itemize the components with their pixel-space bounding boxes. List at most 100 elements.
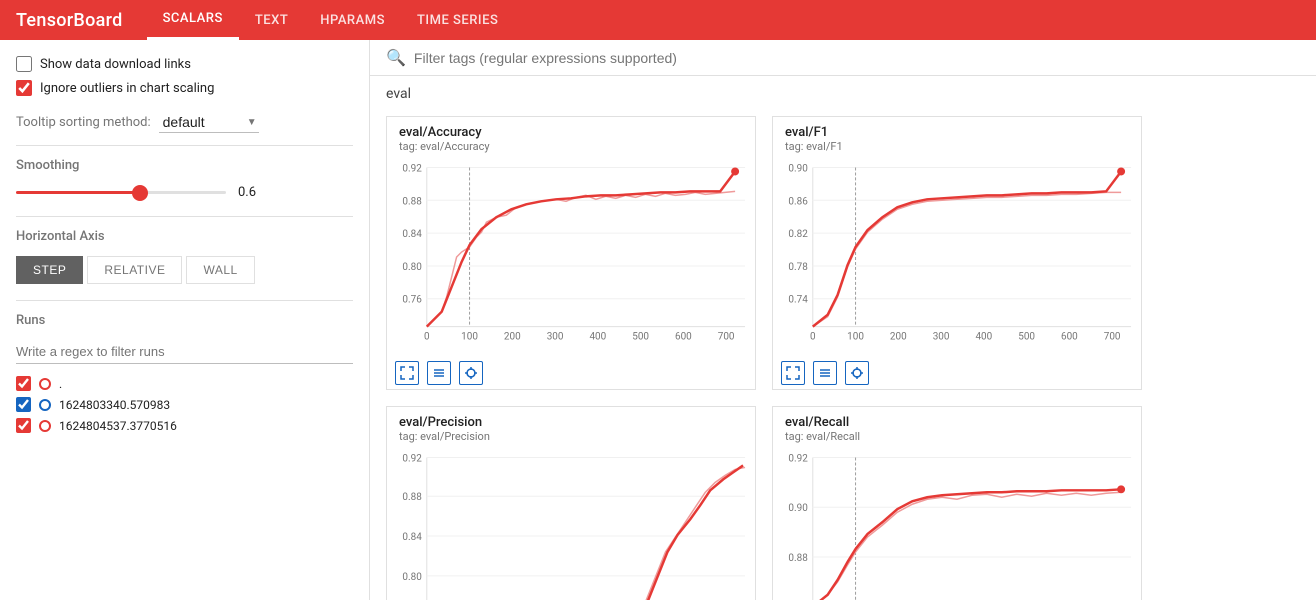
group-label-eval: eval	[370, 76, 1316, 108]
svg-text:0.78: 0.78	[788, 262, 808, 273]
tooltip-sort-select[interactable]: default ascending descending nearest	[159, 112, 259, 133]
chart-recall-svg: 0.92 0.90 0.88 0 100 200 300 400 500 600…	[773, 447, 1141, 600]
svg-text:0.84: 0.84	[402, 229, 422, 240]
chart-f1-title: eval/F1	[785, 125, 1129, 140]
show-download-row[interactable]: Show data download links	[16, 56, 353, 72]
chart-accuracy-header: eval/Accuracy tag: eval/Accuracy	[387, 117, 755, 157]
svg-text:0.92: 0.92	[402, 163, 422, 174]
haxis-step-btn[interactable]: STEP	[16, 256, 83, 284]
brand-logo: TensorBoard	[16, 10, 123, 31]
top-nav: TensorBoard SCALARS TEXT HPARAMS TIME SE…	[0, 0, 1316, 40]
chart-precision-title: eval/Precision	[399, 415, 743, 430]
svg-text:100: 100	[847, 332, 864, 343]
nav-hparams[interactable]: HPARAMS	[304, 0, 401, 40]
svg-text:300: 300	[547, 332, 564, 343]
svg-text:0.92: 0.92	[402, 453, 422, 464]
svg-text:400: 400	[975, 332, 992, 343]
svg-text:0.84: 0.84	[402, 532, 422, 543]
run-item-1: 1624803340.570983	[16, 397, 353, 412]
svg-text:100: 100	[461, 332, 478, 343]
svg-text:0.76: 0.76	[402, 295, 422, 306]
chart-precision-svg: 0.92 0.88 0.84 0.80 0 100	[387, 447, 755, 600]
svg-text:0.88: 0.88	[788, 553, 808, 564]
tooltip-row: Tooltip sorting method: default ascendin…	[16, 112, 353, 133]
runs-title: Runs	[16, 313, 353, 328]
nav-time-series[interactable]: TIME SERIES	[401, 0, 514, 40]
run-item-dot: .	[16, 376, 353, 391]
smoothing-title: Smoothing	[16, 158, 353, 173]
chart-f1-footer	[773, 357, 1141, 389]
ignore-outliers-label: Ignore outliers in chart scaling	[40, 81, 214, 96]
smoothing-section: Smoothing 0.6	[16, 158, 353, 200]
divider-3	[16, 300, 353, 301]
search-input[interactable]	[414, 50, 1300, 66]
svg-text:600: 600	[675, 332, 692, 343]
chart-accuracy-footer	[387, 357, 755, 389]
download-section: Show data download links Ignore outliers…	[16, 56, 353, 96]
charts-grid: eval/Accuracy tag: eval/Accuracy	[370, 108, 1316, 600]
run-dot-checkbox[interactable]	[16, 376, 31, 391]
chart-f1-svg: 0.90 0.86 0.82 0.78 0.74 0 100 200 300 4…	[773, 157, 1141, 357]
main-layout: Show data download links Ignore outliers…	[0, 40, 1316, 600]
divider-2	[16, 216, 353, 217]
chart-recall-title: eval/Recall	[785, 415, 1129, 430]
chart-f1-header: eval/F1 tag: eval/F1	[773, 117, 1141, 157]
tooltip-select-wrapper: default ascending descending nearest ▼	[159, 112, 259, 133]
chart-f1: eval/F1 tag: eval/F1 0.90 0.86 0.8	[772, 116, 1142, 390]
svg-text:0.82: 0.82	[788, 229, 808, 240]
chart-accuracy-expand-btn[interactable]	[395, 361, 419, 385]
svg-text:0.92: 0.92	[788, 453, 808, 464]
chart-accuracy-lines-btn[interactable]	[427, 361, 451, 385]
chart-f1-tag: tag: eval/F1	[785, 140, 1129, 153]
svg-text:500: 500	[632, 332, 649, 343]
svg-text:700: 700	[718, 332, 735, 343]
chart-accuracy-title: eval/Accuracy	[399, 125, 743, 140]
run-1-circle	[39, 399, 51, 411]
tooltip-sort-label: Tooltip sorting method:	[16, 115, 151, 130]
show-download-checkbox[interactable]	[16, 56, 32, 72]
chart-accuracy-svg: 0.92 0.88 0.84 0.80 0.76 0 100 200 300 4…	[387, 157, 755, 357]
runs-section: Runs . 1624803340.570983 1624804537.3770…	[16, 313, 353, 433]
chart-f1-crosshair-btn[interactable]	[845, 361, 869, 385]
horizontal-axis-section: Horizontal Axis STEP RELATIVE WALL	[16, 229, 353, 284]
chart-accuracy-crosshair-btn[interactable]	[459, 361, 483, 385]
chart-precision-area: 0.92 0.88 0.84 0.80 0 100	[387, 447, 755, 600]
chart-f1-area: 0.90 0.86 0.82 0.78 0.74 0 100 200 300 4…	[773, 157, 1141, 357]
run-2-checkbox[interactable]	[16, 418, 31, 433]
ignore-outliers-row[interactable]: Ignore outliers in chart scaling	[16, 80, 353, 96]
horizontal-axis-title: Horizontal Axis	[16, 229, 353, 244]
nav-scalars[interactable]: SCALARS	[147, 0, 239, 40]
divider-1	[16, 145, 353, 146]
svg-text:0.86: 0.86	[788, 196, 808, 207]
smoothing-row: 0.6	[16, 185, 353, 200]
svg-text:300: 300	[933, 332, 950, 343]
sidebar: Show data download links Ignore outliers…	[0, 40, 370, 600]
svg-text:600: 600	[1061, 332, 1078, 343]
haxis-wall-btn[interactable]: WALL	[186, 256, 254, 284]
run-dot-label: .	[59, 377, 62, 391]
chart-f1-lines-btn[interactable]	[813, 361, 837, 385]
chart-accuracy: eval/Accuracy tag: eval/Accuracy	[386, 116, 756, 390]
runs-filter-input[interactable]	[16, 340, 353, 364]
svg-text:200: 200	[890, 332, 907, 343]
svg-text:0: 0	[810, 332, 816, 343]
nav-text[interactable]: TEXT	[239, 0, 304, 40]
svg-text:0.74: 0.74	[788, 295, 808, 306]
svg-text:500: 500	[1018, 332, 1035, 343]
svg-text:0.80: 0.80	[402, 262, 422, 273]
svg-text:0: 0	[424, 332, 430, 343]
run-item-2: 1624804537.3770516	[16, 418, 353, 433]
chart-recall: eval/Recall tag: eval/Recall 0.92 0.90 0…	[772, 406, 1142, 600]
svg-text:200: 200	[504, 332, 521, 343]
smoothing-slider[interactable]	[16, 191, 226, 194]
main-content: 🔍 eval eval/Accuracy tag: eval/Accuracy	[370, 40, 1316, 600]
show-download-label: Show data download links	[40, 57, 191, 72]
chart-precision: eval/Precision tag: eval/Precision 0.92 …	[386, 406, 756, 600]
run-1-checkbox[interactable]	[16, 397, 31, 412]
svg-text:700: 700	[1104, 332, 1121, 343]
haxis-relative-btn[interactable]: RELATIVE	[87, 256, 182, 284]
svg-text:0.90: 0.90	[788, 163, 808, 174]
ignore-outliers-checkbox[interactable]	[16, 80, 32, 96]
svg-text:0.90: 0.90	[788, 503, 808, 514]
chart-f1-expand-btn[interactable]	[781, 361, 805, 385]
